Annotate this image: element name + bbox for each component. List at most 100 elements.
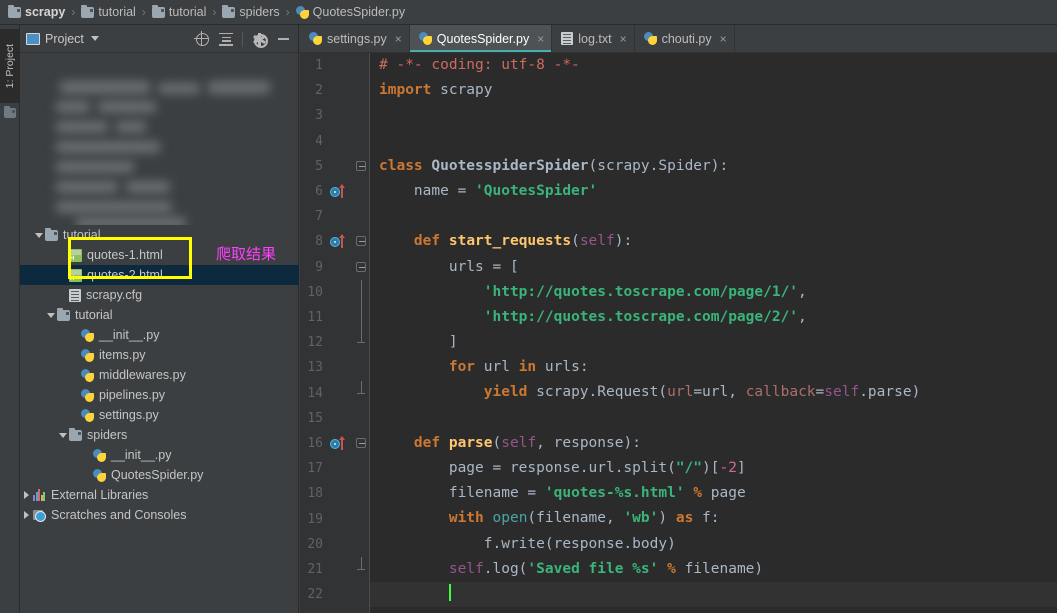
code-line[interactable] — [370, 103, 1057, 128]
code-line[interactable]: filename = 'quotes-%s.html' % page — [370, 481, 1057, 506]
code-line[interactable]: 'http://quotes.toscrape.com/page/1/', — [370, 280, 1057, 305]
tree-item-external-libraries[interactable]: External Libraries — [20, 485, 299, 505]
editor-tab-log-txt[interactable]: log.txt × — [552, 25, 635, 52]
editor-gutter[interactable]: 1 2 3 4 5 6 7 8 9 10 11 12 13 14 15 16 17 18 19 20 21 22 — [300, 53, 370, 613]
code-line[interactable] — [370, 581, 1057, 608]
chevron-right-icon[interactable] — [20, 491, 33, 499]
run-gutter-icon[interactable] — [330, 431, 346, 456]
code-token: response — [553, 434, 624, 451]
code-folding-marker[interactable] — [355, 380, 369, 406]
tree-item-label: Scratches and Consoles — [51, 508, 187, 522]
code-line[interactable] — [370, 129, 1057, 154]
code-line[interactable]: def start_requests(self): — [370, 229, 1057, 254]
select-opened-file-button[interactable] — [191, 28, 213, 50]
tree-item-spiders[interactable]: spiders — [20, 425, 299, 445]
code-line[interactable]: # -*- coding: utf-8 -*- — [370, 53, 1057, 78]
python-file-icon — [418, 32, 432, 45]
code-line[interactable]: with open(filename, 'wb') as f: — [370, 506, 1057, 531]
collapse-all-button[interactable] — [215, 28, 237, 50]
project-tree-redacted-region — [20, 53, 299, 225]
run-gutter-icon[interactable] — [330, 179, 346, 204]
code-line[interactable]: def parse(self, response): — [370, 431, 1057, 456]
code-line[interactable]: ] — [370, 330, 1057, 355]
code-line[interactable]: name = 'QuotesSpider' — [370, 179, 1057, 204]
tree-item-label: items.py — [99, 348, 146, 362]
breadcrumb-item-label: scrapy — [25, 5, 66, 19]
code-line[interactable]: urls = [ — [370, 255, 1057, 280]
code-line[interactable] — [370, 204, 1057, 229]
code-line[interactable]: for url in urls: — [370, 355, 1057, 380]
folder-icon — [151, 4, 165, 18]
code-line[interactable]: page = response.url.split("/")[-2] — [370, 456, 1057, 481]
tree-item-quotes-2-html[interactable]: quotes-2.html — [20, 265, 299, 285]
code-line[interactable] — [370, 406, 1057, 431]
tree-item-items-py[interactable]: items.py — [20, 345, 299, 365]
tree-item--init-py[interactable]: __init__.py — [20, 325, 299, 345]
project-structure-icon[interactable] — [4, 105, 16, 118]
code-line[interactable]: import scrapy — [370, 78, 1057, 103]
tree-item-scrapy-cfg[interactable]: scrapy.cfg — [20, 285, 299, 305]
folder-icon — [8, 4, 21, 18]
breadcrumb-separator: › — [71, 5, 76, 19]
chevron-down-icon[interactable] — [90, 36, 99, 41]
code-folding-marker[interactable] — [355, 229, 369, 254]
code-folding-marker[interactable] — [355, 154, 369, 179]
tree-item-pipelines-py[interactable]: pipelines.py — [20, 385, 299, 405]
code-line[interactable]: 'http://quotes.toscrape.com/page/2/', — [370, 305, 1057, 330]
tree-item-tutorial[interactable]: tutorial — [20, 305, 299, 325]
code-line[interactable]: self.log('Saved file %s' % filename) — [370, 557, 1057, 582]
tree-item-middlewares-py[interactable]: middlewares.py — [20, 365, 299, 385]
code-token: self — [579, 233, 615, 250]
code-token: QuotesspiderSpider — [431, 157, 589, 174]
code-line[interactable]: class QuotesspiderSpider(scrapy.Spider): — [370, 154, 1057, 179]
code-folding-marker[interactable] — [355, 557, 369, 582]
code-folding-marker[interactable] — [355, 305, 369, 331]
breadcrumb-item-scrapy[interactable]: scrapy — [8, 0, 65, 25]
breadcrumb-item-spiders[interactable]: spiders — [222, 0, 280, 25]
code-folding-marker[interactable] — [355, 255, 369, 280]
code-token: # -*- coding: utf-8 -*- — [379, 57, 580, 73]
chevron-down-icon[interactable] — [44, 312, 57, 318]
code-line[interactable]: f.write(response.body) — [370, 532, 1057, 557]
close-icon[interactable]: × — [720, 33, 727, 45]
close-icon[interactable]: × — [395, 33, 402, 45]
close-icon[interactable]: × — [620, 33, 627, 45]
code-token: scrapy — [431, 82, 493, 99]
project-tree[interactable]: tutorial quotes-1.html quotes-2.html scrapy… — [20, 225, 299, 525]
tree-item-quotesspider-py[interactable]: QuotesSpider.py — [20, 465, 299, 485]
breadcrumb-item-tutorial[interactable]: tutorial — [81, 0, 136, 25]
chevron-down-icon[interactable] — [56, 432, 69, 438]
code-content[interactable]: # -*- coding: utf-8 -*- import scrapy cla… — [370, 53, 1057, 613]
hide-panel-button[interactable] — [272, 28, 294, 50]
code-folding-marker[interactable] — [355, 330, 369, 355]
run-gutter-icon[interactable] — [330, 229, 346, 254]
chevron-right-icon[interactable] — [20, 511, 33, 519]
tree-item-scratches-and-consoles[interactable]: Scratches and Consoles — [20, 505, 299, 525]
tree-item-label: quotes-2.html — [87, 268, 163, 282]
code-folding-marker[interactable] — [355, 431, 369, 456]
code-token: 'http://quotes.toscrape.com/page/1/' — [483, 283, 799, 300]
tree-item-tutorial[interactable]: tutorial — [20, 225, 299, 245]
code-folding-marker[interactable] — [355, 279, 369, 305]
code-line[interactable]: yield scrapy.Request(url=url, callback=s… — [370, 380, 1057, 405]
target-icon — [194, 31, 209, 46]
editor-tab-settings-py[interactable]: settings.py × — [300, 25, 410, 52]
code-token: , — [536, 434, 554, 451]
code-token: open — [492, 510, 528, 527]
breadcrumb-item-tutorial[interactable]: tutorial — [151, 0, 206, 25]
tool-window-button-project[interactable]: 1: Project — [0, 29, 20, 103]
editor-tab-chouti-py[interactable]: chouti.py × — [635, 25, 735, 52]
breadcrumb-item-quotesspider-py[interactable]: QuotesSpider.py — [295, 0, 405, 25]
breadcrumb-item-label: tutorial — [98, 5, 136, 19]
close-icon[interactable]: × — [537, 33, 544, 45]
tree-item-settings-py[interactable]: settings.py — [20, 405, 299, 425]
settings-button[interactable] — [248, 28, 270, 50]
tree-item--init-py[interactable]: __init__.py — [20, 445, 299, 465]
chevron-down-icon[interactable] — [32, 232, 45, 238]
code-token: 'http://quotes.toscrape.com/page/2/' — [483, 308, 799, 325]
editor-tab-bar[interactable]: settings.py × QuotesSpider.py × log.txt × chou… — [300, 25, 1057, 53]
editor-tab-quotesspider-py[interactable]: QuotesSpider.py × — [409, 25, 553, 52]
code-editor[interactable]: 1 2 3 4 5 6 7 8 9 10 11 12 13 14 15 16 17 18 19 20 21 22 # -*… — [300, 53, 1057, 613]
